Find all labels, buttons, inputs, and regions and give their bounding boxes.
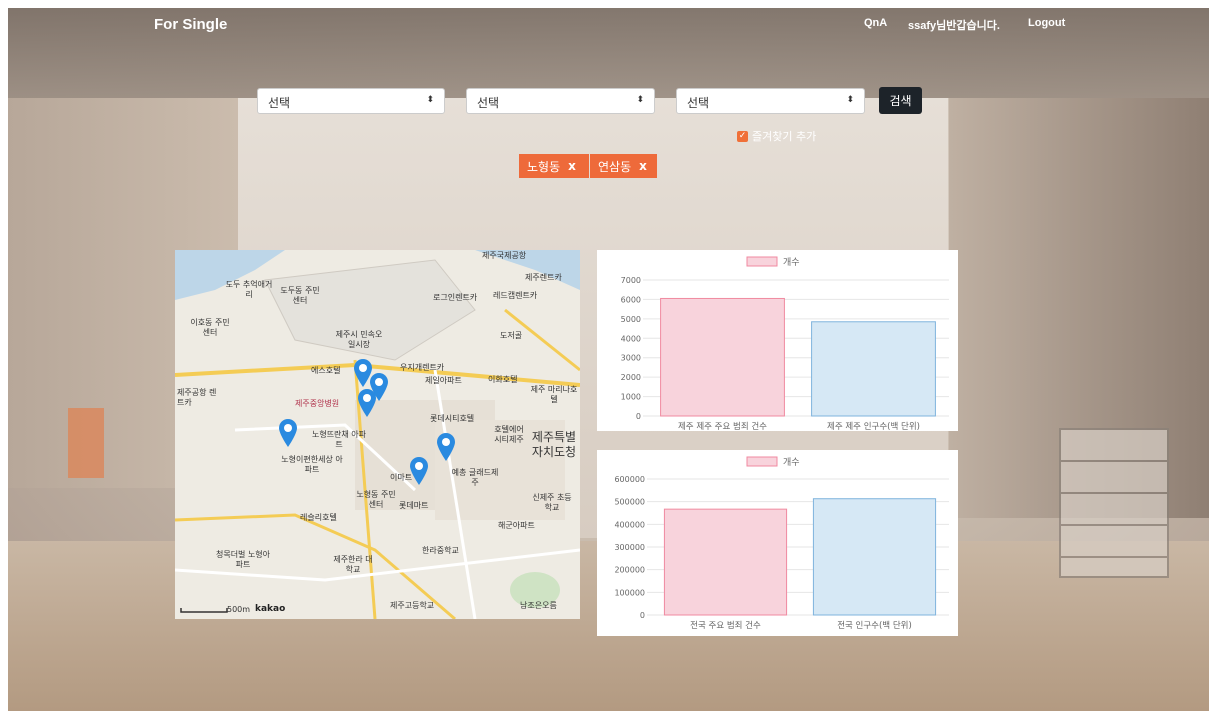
- map-label: 제주고등학교: [390, 601, 435, 610]
- y-tick-label: 4000: [621, 334, 641, 343]
- brand-logo[interactable]: For Single: [154, 16, 227, 33]
- map-label: 도두 추억애거리: [225, 280, 273, 299]
- y-tick-label: 1000: [621, 393, 641, 402]
- y-tick-label: 0: [636, 412, 641, 421]
- tag-label: 노형동: [527, 159, 561, 174]
- map-label: 레슬리호텔: [300, 513, 337, 522]
- map-label: 에스호텔: [311, 366, 341, 375]
- map-label: 청목더벌 노형아파트: [215, 550, 271, 569]
- x-tick-label: 전국 인구수(백 단위): [837, 620, 912, 631]
- select-dong[interactable]: 선택 ⬍: [676, 88, 865, 114]
- qna-link[interactable]: QnA: [864, 17, 887, 29]
- bar: [660, 297, 785, 417]
- map-label: 제주중앙병원: [295, 399, 340, 408]
- map-label: 제주렌트카: [525, 273, 562, 282]
- y-tick-label: 5000: [621, 315, 641, 324]
- favorite-checkbox[interactable]: ✓ 즐겨찾기 추가: [737, 128, 816, 144]
- map-label: 남조은오름: [520, 601, 557, 610]
- tag-label: 연삼동: [598, 159, 632, 174]
- map-label: 호텔에어 시티제주: [494, 425, 524, 444]
- map-label: 우지개렌트카: [400, 363, 445, 372]
- legend-swatch: [746, 256, 778, 267]
- bg-shelf: [1059, 428, 1169, 578]
- map-label: 제일아파트: [425, 376, 462, 385]
- select-district-value: 선택: [477, 96, 500, 110]
- select-dong-value: 선택: [687, 96, 710, 110]
- favorite-label: 즐겨찾기 추가: [752, 130, 817, 143]
- close-icon[interactable]: x: [568, 159, 576, 173]
- select-city-value: 선택: [268, 96, 291, 110]
- chevron-updown-icon: ⬍: [426, 95, 434, 105]
- map-label: 제주국제공항: [482, 251, 527, 260]
- map-label: 로그인렌트카: [433, 293, 478, 302]
- map-label: 롯데시티호텔: [430, 414, 475, 423]
- bar: [812, 498, 937, 616]
- y-tick-label: 0: [640, 611, 645, 620]
- map-label: 제주 마리나호텔: [530, 385, 578, 404]
- map-label: 노형동 주민센터: [356, 490, 396, 509]
- map-scale-label: 500m: [227, 605, 251, 614]
- x-tick-label: 제주 제주 주요 범죄 건수: [678, 421, 767, 431]
- tag-chip[interactable]: 연삼동 x: [590, 154, 657, 178]
- y-tick-label: 2000: [621, 373, 641, 382]
- bar: [811, 321, 936, 417]
- check-icon: ✓: [737, 130, 748, 142]
- map-label: 도저골: [500, 331, 523, 340]
- y-tick-label: 500000: [614, 498, 645, 507]
- chart-crime-local: 개수 0 1000 2000 3000 4000 5000 6000 7000 제주 제주 주요 …: [597, 250, 958, 432]
- map-label: 제주공항 렌트카: [177, 388, 217, 407]
- y-tick-label: 600000: [614, 475, 645, 484]
- map-label: 한라중학교: [422, 546, 459, 555]
- y-tick-label: 400000: [614, 520, 645, 529]
- tag-chip[interactable]: 노형동 x: [519, 154, 589, 178]
- legend-swatch: [746, 456, 778, 467]
- y-tick-label: 7000: [621, 276, 641, 285]
- map-label: 제주한라 대학교: [333, 555, 373, 574]
- map-label: 롯데마트: [399, 501, 429, 510]
- map-label: 예총 글래드제주: [451, 468, 499, 487]
- greeting-text: ssafy님반갑습니다.: [908, 20, 1000, 32]
- select-city[interactable]: 선택 ⬍: [257, 88, 445, 114]
- x-tick-label: 전국 주요 범죄 건수: [690, 620, 761, 631]
- map-label: 레드캡렌트카: [493, 291, 538, 300]
- map-label: 이화호텔: [488, 375, 518, 384]
- bar: [663, 508, 788, 616]
- bg-frame: [68, 408, 104, 478]
- y-tick-label: 3000: [621, 354, 641, 363]
- chart-0-svg: 개수 0 1000 2000 3000 4000 5000 6000 7000 제주 제주 주요 …: [621, 256, 949, 432]
- y-tick-label: 300000: [614, 543, 645, 552]
- chevron-updown-icon: ⬍: [636, 95, 644, 105]
- y-tick-label: 100000: [614, 588, 645, 597]
- map-label: 도두동 주민센터: [280, 286, 320, 305]
- map-label: 노형이편한세상 아파트: [281, 455, 343, 474]
- map-provider-logo: kakao: [255, 604, 286, 614]
- search-button[interactable]: 검색: [879, 87, 922, 114]
- map-marker-icon[interactable]: [436, 432, 456, 462]
- chart-crime-national: 개수 0 100000 200000 300000 400000 500000 600000 전…: [597, 450, 958, 636]
- x-tick-label: 제주 제주 인구수(백 단위): [827, 421, 920, 431]
- map-label: 제주특별 자치도청: [531, 430, 577, 459]
- y-tick-label: 200000: [614, 566, 645, 575]
- map-label: 해군아파트: [498, 521, 535, 530]
- legend-label: 개수: [783, 257, 800, 268]
- logout-link[interactable]: Logout: [1028, 17, 1065, 29]
- map-marker-icon[interactable]: [409, 456, 429, 486]
- chart-1-svg: 개수 0 100000 200000 300000 400000 500000 600000 전…: [614, 456, 949, 631]
- map-label: 신제주 초등학교: [532, 493, 572, 512]
- chevron-updown-icon: ⬍: [846, 95, 854, 105]
- legend-label: 개수: [783, 457, 800, 468]
- y-tick-label: 6000: [621, 295, 641, 304]
- map-label: 노형뜨란채 아파트: [311, 430, 367, 449]
- select-district[interactable]: 선택 ⬍: [466, 88, 655, 114]
- map-marker-icon[interactable]: [357, 388, 377, 418]
- kakao-map[interactable]: 도두 추억애거리 도두동 주민센터 이호동 주민센터 로그인렌트카 레드캡렌트카…: [175, 250, 580, 619]
- map-marker-icon[interactable]: [278, 418, 298, 448]
- map-label: 제주시 민속오일시장: [335, 330, 383, 349]
- close-icon[interactable]: x: [639, 159, 647, 173]
- map-label: 이호동 주민센터: [190, 318, 230, 337]
